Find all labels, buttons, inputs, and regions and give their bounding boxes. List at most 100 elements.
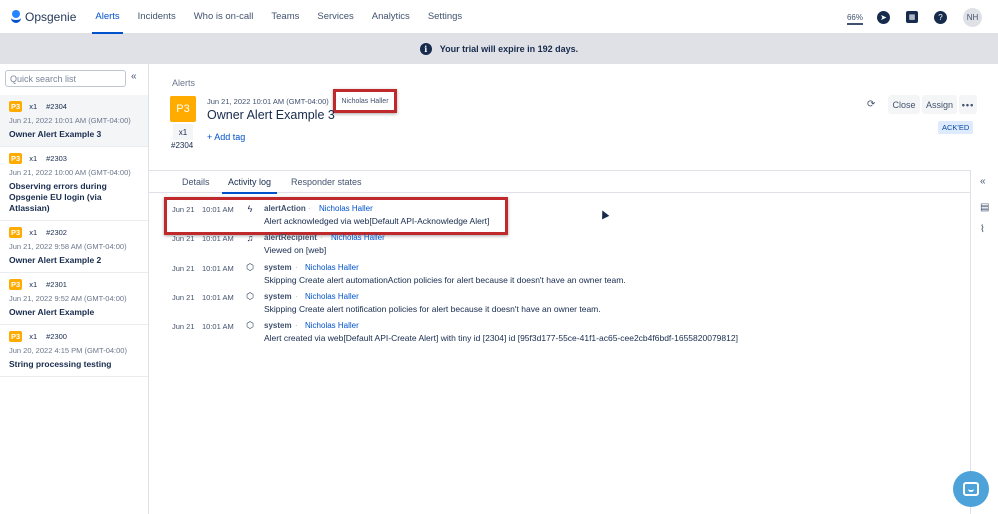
alert-count: x1 [29,280,38,289]
log-time: 10:01 AM [202,234,234,243]
tab-responder-states[interactable]: Responder states [291,171,362,193]
more-actions-button[interactable]: ••• [959,95,977,114]
opsgenie-logo[interactable]: Opsgenie [11,10,76,24]
cube-icon: ⬡ [246,262,254,272]
alert-owner[interactable]: Nicholas Haller [341,98,388,105]
alert-count: x1 [29,228,38,237]
alert-list-item[interactable]: P3 x1 #2300 Jun 20, 2022 4:15 PM (GMT-04… [0,325,148,377]
nav-incidents[interactable]: Incidents [129,0,185,34]
notes-icon[interactable]: ▤ [980,202,989,213]
alert-id-large: #2304 [171,141,194,150]
alert-list-item[interactable]: P3 x1 #2301 Jun 21, 2022 9:52 AM (GMT-04… [0,273,148,325]
log-time: 10:01 AM [202,264,234,273]
alert-count: x1 [29,102,38,111]
priority-badge: P3 [9,101,23,112]
help-icon[interactable]: ? [934,10,947,24]
detail-tabs: Details Activity log Responder states [149,170,970,194]
apps-icon[interactable]: ▦ [906,11,918,23]
alert-title: Owner Alert Example [9,307,95,317]
bell-icon: ♫ [246,232,254,243]
nav-settings[interactable]: Settings [419,0,471,34]
nav-teams[interactable]: Teams [262,0,308,34]
add-tag-link[interactable]: + Add tag [207,132,245,142]
user-avatar[interactable]: NH [963,7,982,27]
alert-date: Jun 20, 2022 4:15 PM (GMT-04:00) [9,346,127,355]
log-time: 10:01 AM [202,322,234,331]
nav-services[interactable]: Services [308,0,362,34]
nav-right-tools: 66% ➤ ▦ ? NH [846,0,982,34]
trial-banner: i Your trial will expire in 192 days. [0,34,998,64]
nav-who-is-on-call[interactable]: Who is on-call [185,0,263,34]
alert-list: P3 x1 #2304 Jun 21, 2022 10:01 AM (GMT-0… [0,95,148,377]
log-time: 10:01 AM [202,293,234,302]
log-date: Jun 21 [172,234,195,243]
alert-list-item[interactable]: P3 x1 #2302 Jun 21, 2022 9:58 AM (GMT-04… [0,221,148,273]
tab-details[interactable]: Details [182,171,210,193]
alert-id: #2301 [46,280,67,289]
log-date: Jun 21 [172,264,195,273]
alert-count: x1 [29,332,38,341]
alert-title: String processing testing [9,359,112,369]
alert-detail: Alerts P3 x1 #2304 Jun 21, 2022 10:01 AM… [149,64,977,514]
log-user[interactable]: Nicholas Haller [319,204,373,213]
log-date: Jun 21 [172,293,195,302]
top-navigation: Opsgenie Alerts Incidents Who is on-call… [0,0,998,34]
tab-activity-log[interactable]: Activity log [221,171,278,194]
nav-alerts[interactable]: Alerts [86,0,128,34]
cube-icon: ⬡ [246,320,254,330]
log-user[interactable]: Nicholas Haller [305,321,359,330]
log-row: Jun 21 10:01 AM ϟ alertAction · Nicholas… [149,197,970,235]
quick-search-input[interactable] [5,70,126,87]
log-message: Viewed on [web] [264,245,327,255]
alert-id: #2303 [46,154,67,163]
alert-list-item[interactable]: P3 x1 #2304 Jun 21, 2022 10:01 AM (GMT-0… [0,95,148,147]
alert-owner-highlight: Nicholas Haller [333,89,397,113]
log-type: system [264,321,292,330]
refresh-icon[interactable]: ⟳ [867,99,875,110]
expand-panel-icon[interactable]: « [980,176,986,187]
log-type: system [264,292,292,301]
log-user[interactable]: Nicholas Haller [305,263,359,272]
separator-dot: · [320,233,323,242]
log-user[interactable]: Nicholas Haller [331,233,385,242]
right-rail: « ▤ ⌇ [970,170,998,514]
alert-count: x1 [29,154,38,163]
alert-title-heading: Owner Alert Example 3 [207,108,335,122]
app-name: Opsgenie [25,9,77,24]
bolt-icon: ϟ [247,203,253,214]
assign-button[interactable]: Assign [922,95,957,114]
log-row: Jun 21 10:01 AM ⬡ system · Nicholas Hall… [149,285,970,315]
cube-icon: ⬡ [246,291,254,301]
log-type: alertAction [264,204,306,213]
alert-created-date: Jun 21, 2022 10:01 AM (GMT-04:00) [207,97,329,106]
log-message: Skipping Create alert notification polic… [264,304,601,314]
alert-id: #2304 [46,102,67,111]
collapse-sidebar-icon[interactable]: « [131,71,137,82]
log-date: Jun 21 [172,205,195,214]
separator-dot: · [308,204,311,213]
priority-badge-large[interactable]: P3 [170,96,196,122]
log-type: system [264,263,292,272]
chat-launcher-button[interactable] [953,471,989,507]
priority-badge: P3 [9,153,23,164]
zoom-level: 66% [846,12,863,25]
opsgenie-logo-icon [11,10,21,23]
alert-title: Owner Alert Example 3 [9,129,102,139]
log-row: Jun 21 10:01 AM ♫ alertRecipient · Nicho… [149,226,970,256]
log-message: Alert acknowledged via web[Default API-A… [264,216,490,226]
alert-list-sidebar: « P3 x1 #2304 Jun 21, 2022 10:01 AM (GMT… [0,64,149,514]
breadcrumb[interactable]: Alerts [172,78,195,88]
compass-icon[interactable]: ➤ [877,10,890,24]
log-type: alertRecipient [264,233,317,242]
trial-banner-text: Your trial will expire in 192 days. [439,44,579,54]
log-time: 10:01 AM [202,205,234,214]
alert-date: Jun 21, 2022 9:52 AM (GMT-04:00) [9,294,127,303]
alert-date: Jun 21, 2022 9:58 AM (GMT-04:00) [9,242,127,251]
nav-analytics[interactable]: Analytics [363,0,419,34]
close-alert-button[interactable]: Close [888,95,920,114]
alert-list-item[interactable]: P3 x1 #2303 Jun 21, 2022 10:00 AM (GMT-0… [0,147,148,221]
alert-date: Jun 21, 2022 10:01 AM (GMT-04:00) [9,116,131,125]
log-user[interactable]: Nicholas Haller [305,292,359,301]
attachment-icon[interactable]: ⌇ [980,224,985,235]
chat-icon [963,482,979,496]
